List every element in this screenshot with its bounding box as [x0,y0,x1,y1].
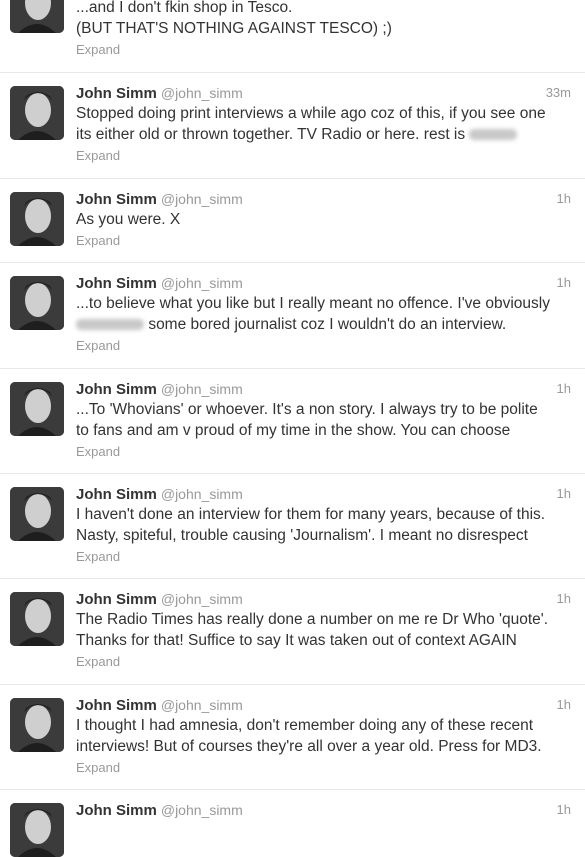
tweet-text: ...To 'Whovians' or whoever. It's a non … [76,401,538,418]
author-name[interactable]: John Simm [76,381,157,398]
author-name[interactable]: John Simm [76,802,157,819]
expand-link[interactable]: Expand [76,443,571,461]
timestamp[interactable]: 1h [557,189,571,209]
expand-link[interactable]: Expand [76,41,571,59]
avatar[interactable] [10,86,64,140]
tweet-text: Thanks for that! Suffice to say It was t… [76,632,517,649]
expand-link[interactable]: Expand [76,548,571,566]
tweet-text: The Radio Times has really done a number… [76,611,549,628]
avatar[interactable] [10,382,64,436]
tweet-text: Nasty, spiteful, trouble causing 'Journa… [76,527,528,544]
author-name[interactable]: John Simm [76,275,157,292]
author-name[interactable]: John Simm [76,85,157,102]
timestamp[interactable]: 1h [557,695,571,715]
author-name[interactable]: John Simm [76,591,157,608]
expand-link[interactable]: Expand [76,232,571,250]
tweet-item[interactable]: ...and I don't fkin shop in Tesco. (BUT … [0,0,585,73]
timestamp[interactable]: 1h [557,379,571,399]
author-handle[interactable]: @john_simm [161,486,243,502]
avatar[interactable] [10,276,64,330]
tweet-item[interactable]: John Simm @john_simm 1h ...To 'Whovians' … [0,369,585,474]
tweet-item[interactable]: John Simm @john_simm 1h ...to believe wha… [0,263,585,369]
tweet-text: ...and I don't fkin shop in Tesco. [76,0,293,16]
author-name[interactable]: John Simm [76,697,157,714]
avatar[interactable] [10,0,64,33]
timestamp[interactable]: 33m [546,83,571,103]
tweet-item[interactable]: John Simm @john_simm 1h I thought I had a… [0,685,585,790]
expand-link[interactable]: Expand [76,147,571,165]
tweet-item[interactable]: John Simm @john_simm 1h As you were. X Ex… [0,179,585,263]
avatar[interactable] [10,803,64,857]
expand-link[interactable]: Expand [76,337,571,355]
author-handle[interactable]: @john_simm [161,275,243,291]
avatar[interactable] [10,487,64,541]
tweet-item[interactable]: John Simm @john_simm 1h I haven't done an… [0,474,585,579]
author-name[interactable]: John Simm [76,191,157,208]
tweet-item[interactable]: John Simm @john_simm 33m Stopped doing pr… [0,73,585,179]
tweet-item[interactable]: John Simm @john_simm 1h The Radio Times h… [0,579,585,685]
author-handle[interactable]: @john_simm [161,381,243,397]
redacted-word [469,129,518,141]
avatar[interactable] [10,592,64,646]
expand-link[interactable]: Expand [76,653,571,671]
avatar[interactable] [10,698,64,752]
author-name[interactable]: John Simm [76,486,157,503]
tweet-text: ...to believe what you like but I really… [76,295,550,312]
tweet-text: As you were. X [76,211,181,228]
tweet-text: its either old or thrown together. TV Ra… [76,126,466,143]
timestamp[interactable]: 1h [557,800,571,820]
tweet-text: I haven't done an interview for them for… [76,506,546,523]
timestamp[interactable]: 1h [557,273,571,293]
avatar[interactable] [10,192,64,246]
author-handle[interactable]: @john_simm [161,802,243,818]
timestamp[interactable]: 1h [557,484,571,504]
timestamp[interactable]: 1h [557,589,571,609]
author-handle[interactable]: @john_simm [161,591,243,607]
tweet-text: to fans and am v proud of my time in the… [76,422,511,439]
author-handle[interactable]: @john_simm [161,191,243,207]
tweet-text: (BUT THAT'S NOTHING AGAINST TESCO) ;) [76,20,392,37]
tweet-text: interviews! But of courses they're all o… [76,738,542,755]
tweet-text: Stopped doing print interviews a while a… [76,105,546,122]
author-handle[interactable]: @john_simm [161,85,243,101]
tweet-feed: ...and I don't fkin shop in Tesco. (BUT … [0,0,585,857]
author-handle[interactable]: @john_simm [161,697,243,713]
expand-link[interactable]: Expand [76,759,571,777]
tweet-text: I thought I had amnesia, don't remember … [76,717,534,734]
tweet-item[interactable]: John Simm @john_simm 1h [0,790,585,857]
tweet-text: some bored journalist coz I wouldn't do … [148,316,507,333]
redacted-word [76,319,144,331]
